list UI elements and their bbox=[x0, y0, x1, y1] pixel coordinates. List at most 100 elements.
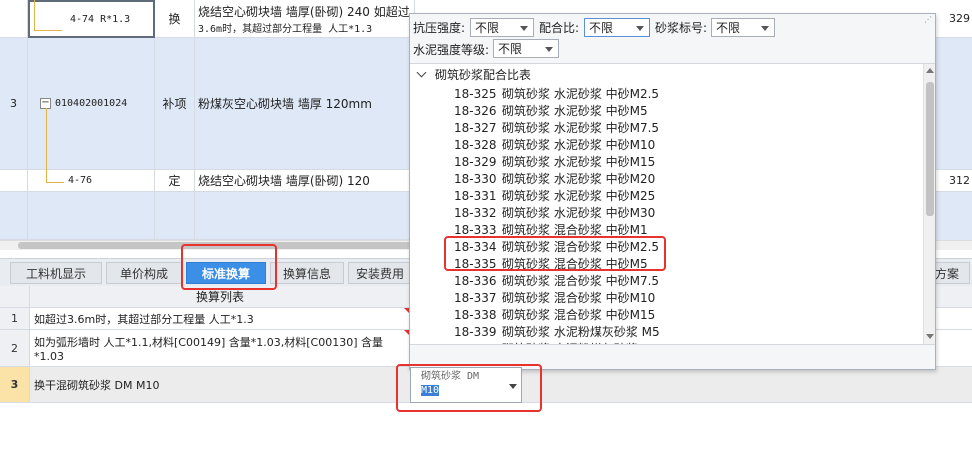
mortar-item-code: 18-338 bbox=[454, 307, 497, 322]
mortar-grade-value: 不限 bbox=[716, 21, 741, 35]
tab-standard-conversion[interactable]: 标准换算 bbox=[186, 262, 266, 284]
vertical-scrollbar[interactable] bbox=[923, 64, 935, 344]
tree-line bbox=[34, 0, 35, 30]
mortar-item-name: 砌筑砂浆 混合砂浆 中砂M7.5 bbox=[502, 274, 660, 288]
mortar-item-code: 18-337 bbox=[454, 290, 497, 305]
mortar-item-name: 砌筑砂浆 水泥砂浆 中砂M7.5 bbox=[502, 121, 660, 135]
strength-select[interactable]: 不限 bbox=[470, 18, 534, 37]
right-value: 329 bbox=[936, 0, 972, 38]
mortar-item[interactable]: 18-337 砌筑砂浆 混合砂浆 中砂M10 bbox=[454, 289, 655, 306]
row-number bbox=[0, 0, 28, 38]
mortar-item-code: 18-334 bbox=[454, 239, 497, 254]
row-number: 1 bbox=[0, 308, 30, 329]
resize-grip-icon[interactable]: ⋰ bbox=[924, 15, 932, 24]
combo-line1: 砌筑砂浆 DM bbox=[421, 371, 480, 382]
mortar-item-name: 砌筑砂浆 水泥砂浆 中砂M25 bbox=[502, 189, 656, 203]
name-line2: 3.6m时，其超过部分工程量 人工*1.3 bbox=[198, 23, 373, 35]
name-text: 烧结空心砌块墙 墙厚(卧砌) 120 bbox=[198, 174, 370, 188]
right-value bbox=[936, 38, 972, 170]
mortar-item[interactable]: 18-330 砌筑砂浆 水泥砂浆 中砂M20 bbox=[454, 170, 655, 187]
tree-line bbox=[34, 30, 62, 31]
mortar-item-code: 18-329 bbox=[454, 154, 497, 169]
mortar-item-name: 砌筑砂浆 混合砂浆 中砂M2.5 bbox=[502, 240, 660, 254]
mortar-item[interactable]: 18-327 砌筑砂浆 水泥砂浆 中砂M7.5 bbox=[454, 119, 659, 136]
mortar-item-name: 砌筑砂浆 水泥砂浆 中砂M15 bbox=[502, 155, 656, 169]
scroll-down-icon[interactable] bbox=[926, 334, 934, 339]
code-cell[interactable]: − 010402001024 bbox=[28, 38, 155, 170]
name-text: 粉煤灰空心砌块墙 墙厚 120mm bbox=[198, 97, 372, 111]
code-text: 4-76 bbox=[68, 175, 93, 186]
tab-material-display[interactable]: 工料机显示 bbox=[10, 262, 102, 284]
type-cell: 换 bbox=[155, 0, 195, 38]
code-text: 010402001024 bbox=[55, 98, 128, 109]
mortar-selection-popup: 抗压强度: 不限 配合比: 不限 砂浆标号: 不限 水泥强度等级: 不限 ⋰ 砌… bbox=[409, 13, 936, 370]
ratio-label: 配合比: bbox=[539, 21, 580, 35]
row-text: 如超过3.6m时，其超过部分工程量 人工*1.3 bbox=[34, 312, 254, 326]
mortar-item[interactable]: 18-329 砌筑砂浆 水泥砂浆 中砂M15 bbox=[454, 153, 655, 170]
chevron-down-icon bbox=[636, 26, 644, 31]
mortar-item-code: 18-332 bbox=[454, 205, 497, 220]
row-number: 3 bbox=[0, 38, 28, 170]
code-cell[interactable]: 4-76 bbox=[28, 170, 155, 192]
mortar-item[interactable]: 18-335 砌筑砂浆 混合砂浆 中砂M5 bbox=[454, 255, 648, 272]
mortar-item[interactable]: 18-339 砌筑砂浆 水泥粉煤灰砂浆 M5 bbox=[454, 323, 660, 340]
row-number: 2 bbox=[0, 330, 30, 366]
mortar-list: 砌筑砂浆配合比表 18-325 砌筑砂浆 水泥砂浆 中砂M2.5 18-326 砌筑砂… bbox=[410, 64, 923, 344]
tree-line bbox=[46, 182, 64, 183]
strength-label: 抗压强度: bbox=[413, 21, 466, 35]
mortar-grade-label: 砂浆标号: bbox=[655, 21, 708, 35]
mortar-item[interactable]: 18-331 砌筑砂浆 水泥砂浆 中砂M25 bbox=[454, 187, 655, 204]
mortar-item-code: 18-327 bbox=[454, 120, 497, 135]
mortar-item-name: 砌筑砂浆 水泥砂浆 中砂M20 bbox=[502, 172, 656, 186]
mortar-item-name: 砌筑砂浆 水泥砂浆 中砂M2.5 bbox=[502, 87, 660, 101]
scroll-up-icon[interactable] bbox=[926, 68, 934, 73]
mortar-item[interactable]: 18-332 砌筑砂浆 水泥砂浆 中砂M30 bbox=[454, 204, 655, 221]
chevron-down-icon[interactable] bbox=[509, 384, 517, 389]
mortar-item-name: 砌筑砂浆 混合砂浆 中砂M15 bbox=[502, 308, 656, 322]
scrollbar-thumb[interactable] bbox=[18, 242, 418, 249]
filter-bar: 抗压强度: 不限 配合比: 不限 砂浆标号: 不限 水泥强度等级: 不限 ⋰ bbox=[410, 14, 935, 64]
mortar-item-code: 18-339 bbox=[454, 324, 497, 339]
tab-conversion-info[interactable]: 换算信息 bbox=[270, 262, 344, 284]
chevron-down-icon bbox=[520, 26, 528, 31]
type-cell: 定 bbox=[155, 170, 195, 192]
header-corner bbox=[0, 286, 30, 307]
row-text-line1: 如为弧形墙时 人工*1.1,材料[C00149] 含量*1.03,材料[C001… bbox=[34, 335, 383, 349]
mortar-item[interactable]: 18-326 砌筑砂浆 水泥砂浆 中砂M5 bbox=[454, 102, 648, 119]
mortar-item-name: 砌筑砂浆 水泥砂浆 中砂M10 bbox=[502, 138, 656, 152]
type-cell: 补项 bbox=[155, 38, 195, 170]
cement-grade-label: 水泥强度等级: bbox=[413, 43, 490, 57]
combo-value[interactable]: 砌筑砂浆 DM M10 bbox=[421, 370, 501, 398]
group-title: 砌筑砂浆配合比表 bbox=[435, 68, 532, 82]
scrollbar-thumb[interactable] bbox=[926, 82, 934, 216]
name-cell: 烧结空心砌块墙 墙厚(卧砌) 240 如超过 3.6m时，其超过部分工程量 人工… bbox=[195, 0, 415, 38]
name-cell bbox=[195, 192, 415, 240]
mortar-item[interactable]: 18-325 砌筑砂浆 水泥砂浆 中砂M2.5 bbox=[454, 85, 659, 102]
strength-value: 不限 bbox=[475, 21, 500, 35]
chevron-down-icon bbox=[761, 26, 769, 31]
chevron-down-icon[interactable] bbox=[416, 67, 427, 78]
mortar-item[interactable]: 18-336 砌筑砂浆 混合砂浆 中砂M7.5 bbox=[454, 272, 659, 289]
mortar-item-code: 18-328 bbox=[454, 137, 497, 152]
row-number bbox=[0, 170, 28, 192]
cement-grade-select[interactable]: 不限 bbox=[493, 39, 559, 58]
group-header[interactable]: 砌筑砂浆配合比表 bbox=[414, 66, 531, 83]
mortar-item-code: 18-333 bbox=[454, 222, 497, 237]
mortar-item-code: 18-336 bbox=[454, 273, 497, 288]
code-cell[interactable]: 4-74 R*1.3 bbox=[28, 0, 155, 38]
mortar-item[interactable]: 18-328 砌筑砂浆 水泥砂浆 中砂M10 bbox=[454, 136, 655, 153]
mortar-item[interactable]: 18-334 砌筑砂浆 混合砂浆 中砂M2.5 bbox=[454, 238, 659, 255]
cement-grade-value: 不限 bbox=[498, 42, 523, 56]
mortar-item[interactable]: 18-333 砌筑砂浆 混合砂浆 中砂M1 bbox=[454, 221, 648, 238]
code-cell[interactable] bbox=[28, 192, 155, 240]
mortar-item-name: 砌筑砂浆 混合砂浆 中砂M5 bbox=[502, 257, 648, 271]
type-cell bbox=[155, 192, 195, 240]
ratio-select[interactable]: 不限 bbox=[584, 18, 650, 37]
tab-install-fee[interactable]: 安装费用 bbox=[348, 262, 412, 284]
column-header: 换算列表 bbox=[196, 290, 245, 304]
mortar-combo-box[interactable]: 砌筑砂浆 DM M10 bbox=[410, 367, 522, 403]
mortar-item[interactable]: 18-338 砌筑砂浆 混合砂浆 中砂M15 bbox=[454, 306, 655, 323]
chevron-down-icon bbox=[545, 47, 553, 52]
tab-unit-price[interactable]: 单价构成 bbox=[106, 262, 182, 284]
mortar-grade-select[interactable]: 不限 bbox=[711, 18, 775, 37]
